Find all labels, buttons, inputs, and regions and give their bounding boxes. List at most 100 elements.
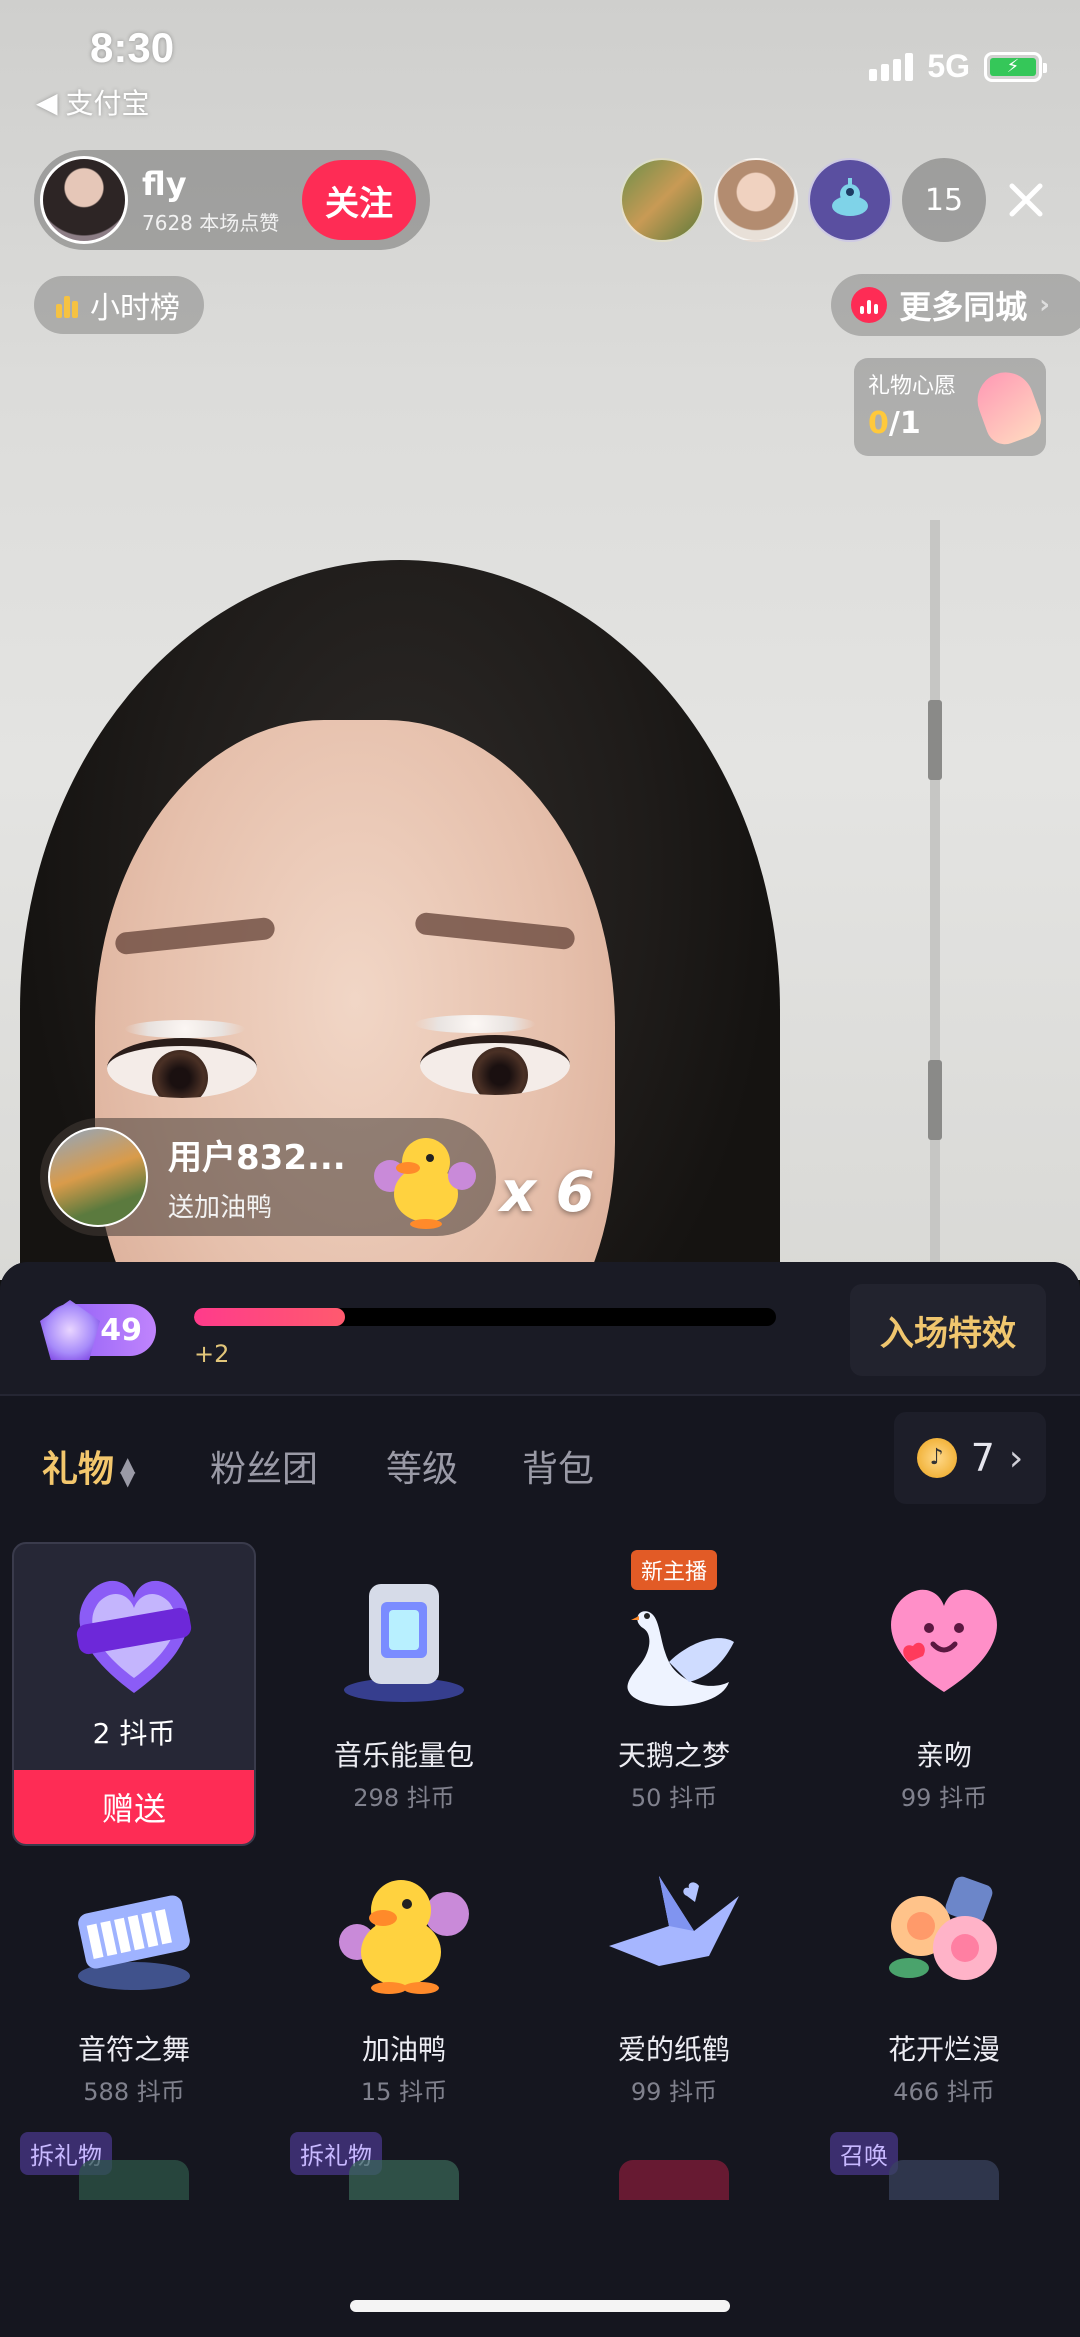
gift-item[interactable]: 亲吻 99 抖币 (822, 1542, 1066, 1846)
gift-price: 298 抖币 (353, 1784, 455, 1812)
gift-price: 99 抖币 (630, 2078, 718, 2106)
gift-item[interactable]: 音符之舞 588 抖币 (12, 1836, 256, 2140)
alien-avatar-icon (832, 178, 868, 216)
gift-price: 99 抖币 (900, 1784, 988, 1812)
swan-dream-icon (627, 1611, 734, 1706)
chevron-right-icon: › (1039, 290, 1050, 320)
gift-price: 50 抖币 (630, 1784, 718, 1812)
tab-gifts[interactable]: 礼物 ▲ ▼ (42, 1440, 135, 1492)
right-glitter (415, 1015, 535, 1033)
host-card[interactable]: fly 7628 本场点赞 关注 (34, 150, 430, 250)
music-energy-pack-icon (344, 1584, 464, 1702)
gift-name: 天鹅之梦 (617, 1739, 730, 1772)
gift-name: 音乐能量包 (333, 1739, 474, 1772)
follow-button[interactable]: 关注 (302, 160, 416, 240)
gift-item[interactable]: 新主播 天鹅之梦 50 抖币 (552, 1542, 796, 1846)
tab-fan-club[interactable]: 粉丝团 (210, 1440, 318, 1492)
gift-box-icon (79, 2160, 189, 2200)
left-brow (114, 916, 276, 956)
gift-item-partial[interactable]: 召唤 (822, 2130, 1066, 2220)
gift-item[interactable]: 花开烂漫 466 抖币 (822, 1836, 1066, 2140)
audience-bar: 15 (620, 158, 1056, 242)
gift-wish-card[interactable]: 礼物心愿 0/1 (854, 358, 1047, 456)
left-glitter (125, 1020, 245, 1038)
gift-tabs: 礼物 ▲ ▼ 粉丝团 等级 背包 ♪ 7 › (0, 1412, 1080, 1522)
fan-level-value: 49 (100, 1312, 142, 1348)
hourly-rank-chip[interactable]: 小时榜 (34, 276, 204, 334)
gift-price: 466 抖币 (893, 2078, 995, 2106)
sort-arrows-icon: ▲ ▼ (120, 1452, 136, 1490)
sender-name: 用户832... (168, 1138, 346, 1178)
audience-avatar-1[interactable] (620, 158, 704, 242)
city-live-icon (851, 287, 888, 323)
gift-item-partial[interactable]: 拆礼物 (12, 2130, 256, 2220)
gift-panel: 49 +2 入场特效 礼物 ▲ ▼ 粉丝团 等级 背包 ♪ 7 › 2 抖币 赠… (0, 1262, 1080, 2337)
audience-avatar-3[interactable] (808, 158, 892, 242)
rank-bars-icon (56, 296, 78, 318)
door-hinge-top (928, 700, 942, 780)
viewer-count[interactable]: 15 (902, 158, 986, 242)
gift-item-partial[interactable]: 拆礼物 (282, 2130, 526, 2220)
tab-gifts-label: 礼物 (42, 1449, 115, 1490)
more-city-chip[interactable]: 更多同城 › (831, 274, 1080, 336)
gift-item-partial[interactable] (552, 2130, 796, 2220)
door-hinge-bottom (928, 1060, 942, 1140)
xp-gain: +2 (194, 1340, 230, 1368)
gift-action: 送加油鸭 (168, 1193, 273, 1223)
gift-name: 爱的纸鹤 (617, 2033, 730, 2066)
gift-name: 花开烂漫 (887, 2033, 1000, 2066)
signal-icon (869, 52, 914, 81)
gift-item[interactable]: 爱的纸鹤 99 抖币 (552, 1836, 796, 2140)
fan-level-badge[interactable]: 49 (40, 1300, 156, 1360)
cheer-duck-icon (374, 1138, 476, 1229)
send-gift-button[interactable]: 赠送 (14, 1770, 254, 1844)
blooming-flowers-icon (889, 1876, 997, 1980)
fan-level-row: 49 +2 入场特效 (0, 1262, 1080, 1396)
hourly-rank-label: 小时榜 (90, 291, 180, 326)
host-avatar[interactable] (40, 156, 128, 244)
right-brow (414, 911, 576, 951)
gift-name: 加油鸭 (361, 2033, 446, 2066)
sender-avatar[interactable] (48, 1127, 148, 1227)
gift-item[interactable]: 音乐能量包 298 抖币 (282, 1542, 526, 1846)
gift-box-icon (349, 2160, 459, 2200)
host-name: fly (142, 164, 187, 203)
home-indicator[interactable] (350, 2300, 730, 2312)
coin-icon: ♪ (916, 1438, 957, 1478)
status-time: 8:30 (90, 24, 175, 71)
status-indicators: 5G ⚡ (869, 48, 1047, 85)
tab-level[interactable]: 等级 (386, 1440, 458, 1492)
gift-item[interactable]: 加油鸭 15 抖币 (282, 1836, 526, 2140)
summon-gift-icon (889, 2160, 999, 2200)
summon-tag: 召唤 (830, 2132, 898, 2175)
network-type: 5G (927, 48, 970, 84)
gift-price: 2 抖币 (92, 1717, 176, 1750)
coin-balance-button[interactable]: ♪ 7 › (894, 1412, 1046, 1504)
right-eye (420, 1035, 570, 1095)
audience-avatar-2[interactable] (714, 158, 798, 242)
left-eye (107, 1038, 257, 1098)
xp-progress-bar (194, 1308, 776, 1326)
kiss-heart-icon (891, 1589, 997, 1692)
back-triangle-icon: ◀ (36, 85, 58, 119)
close-button[interactable] (996, 158, 1056, 242)
tab-backpack[interactable]: 背包 (522, 1440, 594, 1492)
cheer-duck-gift-icon (339, 1880, 469, 1994)
heart-good-looking-icon (76, 1580, 192, 1693)
coin-balance: 7 (970, 1436, 995, 1480)
gift-name: 音符之舞 (77, 2033, 190, 2066)
gift-top-icon (619, 2160, 729, 2200)
door-edge (930, 520, 940, 1280)
chevron-right-icon: › (1008, 1437, 1024, 1479)
back-to-app-link[interactable]: ◀ 支付宝 (36, 82, 150, 122)
gift-name: 亲吻 (915, 1739, 972, 1772)
back-app-label: 支付宝 (65, 87, 150, 120)
xp-progress-fill (194, 1308, 346, 1326)
gift-combo-count: x 6 (500, 1160, 595, 1225)
gift-item-selected[interactable]: 2 抖币 赠送 (12, 1542, 256, 1846)
close-icon (1009, 183, 1043, 217)
entry-effect-button[interactable]: 入场特效 (850, 1284, 1046, 1376)
host-likes: 7628 本场点赞 (142, 210, 280, 235)
gift-price: 15 抖币 (360, 2078, 448, 2106)
more-city-label: 更多同城 (899, 288, 1028, 326)
